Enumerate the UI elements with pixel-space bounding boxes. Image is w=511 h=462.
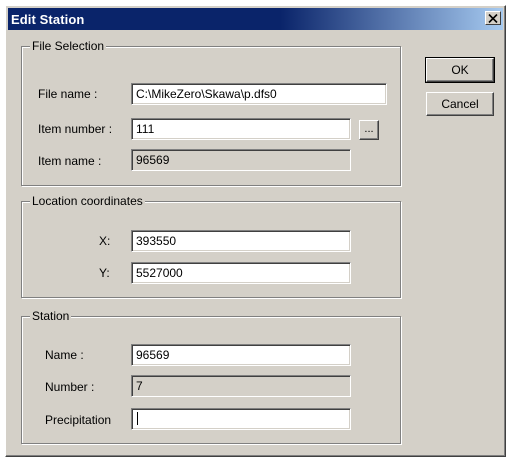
item-name-field: 96569: [131, 149, 351, 171]
station-number-value: 7: [136, 379, 143, 393]
y-coordinate-value: 5527000: [136, 266, 183, 280]
item-number-field[interactable]: 111: [131, 118, 351, 140]
close-icon: [488, 13, 498, 23]
title-bar[interactable]: Edit Station: [8, 8, 503, 30]
precipitation-label: Precipitation: [45, 413, 112, 427]
file-selection-group: File Selection File name : C:\MikeZero\S…: [21, 39, 401, 186]
window-title: Edit Station: [11, 11, 85, 27]
item-number-label: Item number :: [38, 122, 113, 136]
edit-station-dialog: Edit Station File Selection File name : …: [5, 5, 506, 457]
cancel-button[interactable]: Cancel: [426, 92, 494, 116]
station-group: Station Name : 96569 Number : 7 Precipit…: [21, 309, 401, 444]
station-name-value: 96569: [136, 348, 170, 362]
close-button[interactable]: [485, 11, 501, 25]
y-coordinate-field[interactable]: 5527000: [131, 262, 351, 284]
x-coordinate-field[interactable]: 393550: [131, 230, 351, 252]
x-coordinate-label: X:: [99, 234, 111, 248]
location-coordinates-group: Location coordinates X: 393550 Y: 552700…: [21, 194, 401, 298]
station-name-field[interactable]: 96569: [131, 344, 351, 366]
station-number-field: 7: [131, 375, 351, 397]
ok-button[interactable]: OK: [425, 57, 495, 83]
station-group-label: Station: [30, 309, 72, 323]
x-coordinate-value: 393550: [136, 234, 177, 248]
file-name-field[interactable]: C:\MikeZero\Skawa\p.dfs0: [131, 83, 387, 105]
browse-button[interactable]: ...: [359, 120, 379, 140]
browse-button-label: ...: [364, 123, 374, 135]
item-number-value: 111: [136, 122, 155, 136]
file-selection-group-label: File Selection: [30, 39, 107, 53]
file-name-label: File name :: [38, 87, 98, 101]
location-coordinates-group-label: Location coordinates: [30, 194, 145, 208]
y-coordinate-label: Y:: [99, 266, 110, 280]
cancel-button-label: Cancel: [441, 97, 479, 111]
ok-button-label: OK: [451, 63, 469, 77]
precipitation-field[interactable]: [131, 408, 351, 430]
station-name-label: Name :: [45, 348, 84, 362]
file-name-value: C:\MikeZero\Skawa\p.dfs0: [136, 87, 277, 101]
station-number-label: Number :: [45, 380, 95, 394]
item-name-value: 96569: [136, 153, 170, 167]
item-name-label: Item name :: [38, 154, 102, 168]
text-cursor: [137, 412, 138, 425]
